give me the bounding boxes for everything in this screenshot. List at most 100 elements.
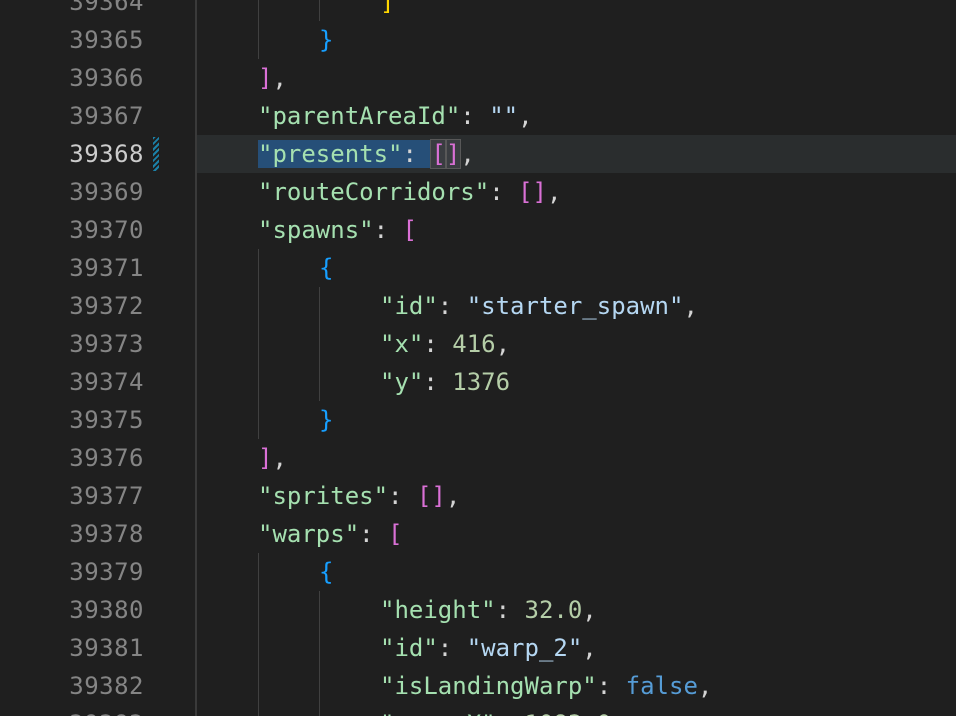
code-line[interactable]: 39367 "parentAreaId": "",	[0, 97, 956, 135]
code-token: "y"	[380, 368, 424, 396]
code-token: "sprites"	[258, 482, 389, 510]
indent-guide	[258, 705, 259, 716]
line-number: 39381	[69, 634, 144, 662]
code-token: :	[359, 520, 389, 548]
code-token: ]	[258, 444, 273, 472]
code-token: "warps"	[258, 520, 360, 548]
line-number: 39377	[69, 482, 144, 510]
indent-guide	[258, 0, 259, 21]
code-token: ,	[697, 672, 713, 700]
line-number: 39375	[69, 406, 144, 434]
code-text: "spawnX": 1083.0	[380, 705, 611, 716]
code-token: false	[625, 672, 698, 700]
code-token: :	[423, 330, 453, 358]
code-token: [	[402, 216, 417, 244]
code-token: ,	[272, 64, 287, 92]
code-token: "isLandingWarp"	[380, 672, 597, 700]
code-token: "spawnX"	[380, 710, 496, 716]
code-token: :	[388, 482, 417, 510]
code-text: "y": 1376	[380, 363, 510, 401]
code-token: ]	[444, 139, 462, 169]
code-line[interactable]: 39366],	[0, 59, 956, 97]
code-token: ,	[445, 482, 461, 510]
code-line[interactable]: 39383 "spawnX": 1083.0	[0, 705, 956, 716]
code-token: :	[373, 216, 403, 244]
code-token: 1083.0	[525, 710, 612, 716]
code-line[interactable]: 39377 "sprites": [],	[0, 477, 956, 515]
code-token: ]	[380, 0, 395, 16]
indent-guide	[319, 591, 320, 629]
code-token: 416	[452, 330, 496, 358]
code-line[interactable]: 39370 "spawns": [	[0, 211, 956, 249]
code-editor[interactable]: 39364] 39365} 39366], 39367 "parentAreaId": …	[0, 0, 956, 716]
code-token: "starter_spawn"	[466, 292, 684, 320]
indent-guide	[319, 667, 320, 705]
indent-guide	[319, 287, 320, 325]
code-line[interactable]: 39375}	[0, 401, 956, 439]
code-token: "x"	[380, 330, 424, 358]
code-lines[interactable]: 39364] 39365} 39366], 39367 "parentAreaId": …	[0, 0, 956, 716]
code-text: "routeCorridors": [],	[258, 173, 561, 211]
code-text: "id": "starter_spawn",	[380, 287, 698, 325]
code-token: ,	[272, 444, 287, 472]
code-token: "id"	[380, 292, 438, 320]
indent-guide	[319, 0, 320, 21]
line-number: 39369	[69, 178, 144, 206]
code-text: "parentAreaId": "",	[258, 97, 533, 135]
line-number: 39367	[69, 102, 144, 130]
code-token: "warp_2"	[466, 634, 583, 662]
line-number: 39379	[69, 558, 144, 586]
code-token: [	[430, 139, 447, 169]
code-token: ,	[460, 140, 475, 168]
code-token: []	[416, 482, 446, 510]
line-number: 39364	[69, 0, 144, 16]
line-number: 39378	[69, 520, 144, 548]
line-number: 39374	[69, 368, 144, 396]
code-token: ,	[495, 330, 511, 358]
line-number: 39383	[0, 705, 144, 716]
code-line[interactable]: 39371 {	[0, 249, 956, 287]
indent-guide	[258, 287, 259, 325]
code-text: "presents": [],	[258, 135, 475, 173]
code-text: "spawns": [	[258, 211, 417, 249]
line-number: 39366	[69, 64, 144, 92]
code-text: ],	[258, 439, 287, 477]
line-number: 39382	[69, 672, 144, 700]
code-line[interactable]: 39374 "y": 1376	[0, 363, 956, 401]
code-line[interactable]: 39382 "isLandingWarp": false,	[0, 667, 956, 705]
code-token: "height"	[380, 596, 496, 624]
code-line[interactable]: 39379 {	[0, 553, 956, 591]
code-line-current[interactable]: 39368 "presents": [],	[0, 135, 956, 173]
code-token: :	[489, 178, 519, 206]
code-token: ,	[582, 634, 597, 662]
code-line[interactable]: 39365}	[0, 21, 956, 59]
code-token: :	[437, 634, 467, 662]
code-token: ]	[258, 64, 273, 92]
code-line[interactable]: 39380 "height": 32.0,	[0, 591, 956, 629]
code-line[interactable]: 39376],	[0, 439, 956, 477]
code-token: ,	[547, 178, 562, 206]
line-number: 39372	[69, 292, 144, 320]
indent-guide	[319, 325, 320, 363]
code-text: "isLandingWarp": false,	[380, 667, 712, 705]
line-number: 39370	[69, 216, 144, 244]
code-line[interactable]: 39369 "routeCorridors": [],	[0, 173, 956, 211]
code-line[interactable]: 39364]	[0, 0, 956, 21]
code-token: ,	[582, 596, 597, 624]
code-line[interactable]: 39373 "x": 416,	[0, 325, 956, 363]
code-token: "parentAreaId"	[258, 102, 461, 130]
code-token: [	[388, 520, 403, 548]
line-number: 39371	[69, 254, 144, 282]
code-token: :	[496, 710, 525, 716]
code-token: }	[319, 26, 334, 54]
code-token: "id"	[380, 634, 438, 662]
indent-guide	[319, 629, 320, 667]
code-token: :	[460, 102, 490, 130]
code-line[interactable]: 39378 "warps": [	[0, 515, 956, 553]
code-token: "routeCorridors"	[258, 178, 490, 206]
line-number: 39380	[69, 596, 144, 624]
code-text: {	[319, 249, 333, 287]
code-line[interactable]: 39381 "id": "warp_2",	[0, 629, 956, 667]
code-line[interactable]: 39372 "id": "starter_spawn",	[0, 287, 956, 325]
code-token: :	[423, 368, 453, 396]
